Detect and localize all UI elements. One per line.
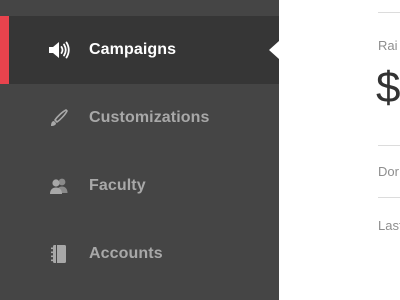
active-indicator — [0, 16, 9, 84]
sidebar-item-label: Faculty — [89, 177, 146, 194]
divider — [378, 145, 400, 146]
campaign-summary-panel: Rai $ Dor Last — [279, 0, 400, 300]
sidebar-item-campaigns[interactable]: Campaigns — [0, 16, 279, 84]
sidebar-item-label: Accounts — [89, 245, 163, 262]
sidebar-item-label: Campaigns — [89, 41, 177, 58]
sidebar-item-faculty[interactable]: Faculty — [0, 152, 279, 220]
sidebar-nav: Campaigns Customizations Faculty Account… — [0, 0, 279, 300]
divider — [378, 12, 400, 13]
last-label: Last — [378, 218, 400, 233]
megaphone-icon — [48, 40, 70, 60]
address-book-icon — [48, 244, 70, 264]
donations-label: Dor — [378, 164, 399, 179]
sidebar-item-accounts[interactable]: Accounts — [0, 220, 279, 288]
page: Campaigns Customizations Faculty Account… — [0, 0, 400, 300]
sidebar-item-label: Customizations — [89, 109, 210, 126]
active-pointer-arrow — [269, 41, 279, 59]
sidebar-top-strip — [0, 0, 279, 16]
sidebar-item-customizations[interactable]: Customizations — [0, 84, 279, 152]
users-icon — [48, 176, 70, 196]
divider — [378, 197, 400, 198]
brush-icon — [48, 108, 70, 128]
raised-label: Rai — [378, 38, 398, 53]
raised-amount: $ — [376, 63, 400, 112]
